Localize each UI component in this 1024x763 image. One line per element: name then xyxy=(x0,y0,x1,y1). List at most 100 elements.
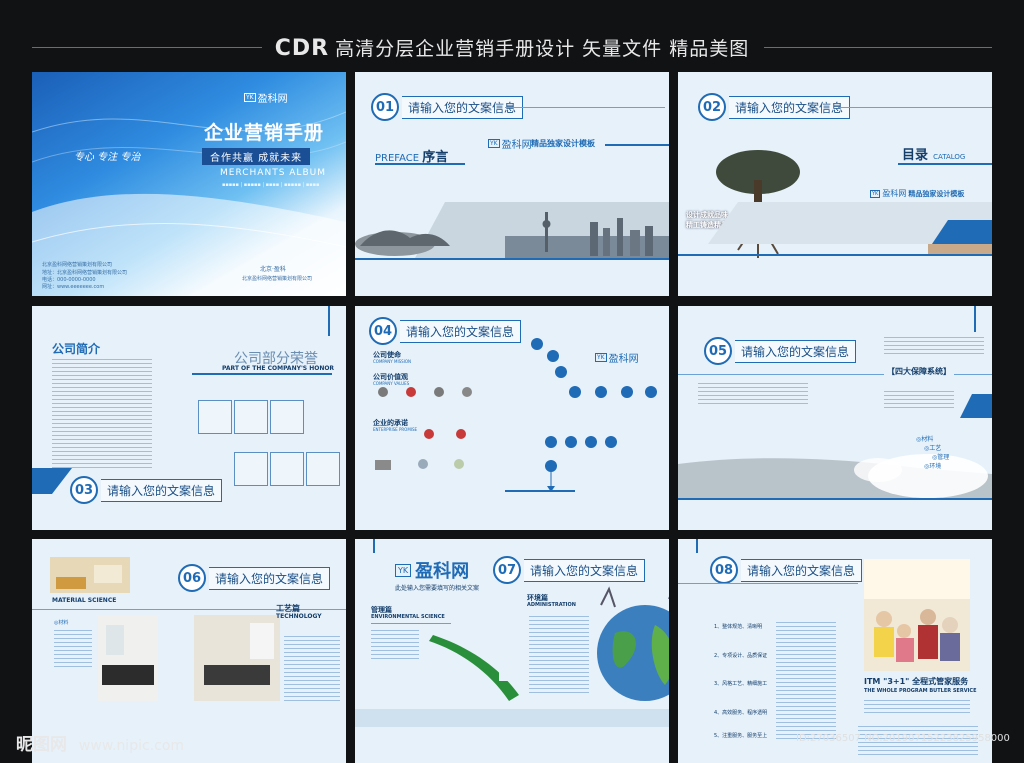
tech-en: TECHNOLOGY xyxy=(276,613,322,620)
vline xyxy=(373,539,375,553)
blue-triangle-accent xyxy=(32,468,72,494)
section-header-01[interactable]: 01 请输入您的文案信息 xyxy=(371,93,524,121)
section-number: 01 xyxy=(371,93,399,121)
service-panel[interactable]: 08 请输入您的文案信息 1、整体规范、清晰明 2、专项设计、品质保证 3、风格… xyxy=(678,539,992,763)
guarantee-item-2: ◎工艺 xyxy=(924,445,942,452)
honor-frame-6 xyxy=(306,452,340,486)
section-header-03[interactable]: 03 请输入您的文案信息 xyxy=(70,476,223,504)
watermark-url: www.nipic.com xyxy=(78,738,185,754)
process-flow xyxy=(505,338,657,492)
guarantee-item-label: 材料 xyxy=(921,436,934,443)
preface-rule xyxy=(375,163,465,165)
mission-en: COMPANY MISSION xyxy=(373,359,412,364)
cover-right-info: 北京盈科网络营销策划有限公司 xyxy=(242,276,313,282)
preface-panel[interactable]: 01 请输入您的文案信息 PREFACE 序言 YK 盈科网 精品独家设计模板 xyxy=(355,72,669,296)
watermark-id: ID:27036507 NO:20190715223825958000 xyxy=(796,733,1010,744)
section-header-05[interactable]: 05 请输入您的文案信息 xyxy=(704,337,857,365)
p2-logo-text: 盈科网 xyxy=(501,140,532,151)
interior-photo-3 xyxy=(194,615,280,701)
interior-photo-2 xyxy=(98,615,158,701)
section-label: 请输入您的文案信息 xyxy=(524,558,646,582)
intro-text xyxy=(52,358,152,468)
honor-en: PART OF THE COMPANY'S HONOR xyxy=(222,365,335,372)
honor-vline xyxy=(328,306,330,336)
catalog-panel[interactable]: 02 请输入您的文案信息 目录 CATALOG 设计成就品味 精工铸造精品 YK… xyxy=(678,72,992,296)
service-item-4: 4、高效服务、程序透明 xyxy=(714,710,768,716)
honor-frame-1 xyxy=(198,400,232,434)
honor-rule xyxy=(192,373,332,375)
material-cn: ◎材料 xyxy=(54,620,69,626)
p3-template: 精品独家设计模板 xyxy=(908,189,965,198)
section-header-07[interactable]: 07 请输入您的文案信息 xyxy=(493,556,646,584)
cover-title: 企业营销手册 xyxy=(204,122,325,144)
header-title: 高清分层企业营销手册设计 矢量文件 精品美图 xyxy=(335,38,750,60)
guarantee-item-label: 管理 xyxy=(937,454,950,461)
header-line xyxy=(838,107,992,108)
section-header-04[interactable]: 04 请输入您的文案信息 xyxy=(369,317,522,345)
p2-template: 精品独家设计模板 xyxy=(531,139,595,148)
p2-logo: YK 盈科网 xyxy=(488,136,532,151)
p8-logo-text: 盈科网 xyxy=(415,561,470,582)
guarantee-panel[interactable]: 05 请输入您的文案信息 【四大保障系统】 ◎材料 ◎工艺 ◎管理 ◎环境 xyxy=(678,306,992,530)
cover-tagline: 专心 专注 专治 xyxy=(74,152,141,163)
service-text xyxy=(776,619,836,739)
section-label: 请输入您的文案信息 xyxy=(209,566,331,590)
guarantee-item-3: ◎管理 xyxy=(932,454,950,461)
p8-logo-badge: YK xyxy=(395,563,412,577)
company-intro-panel[interactable]: 公司简介 公司部分荣誉 PART OF THE COMPANY'S HONOR … xyxy=(32,306,346,530)
management-panel[interactable]: YK 盈科网 此处输入您需要填写的相关文案 07 请输入您的文案信息 环境篇 A… xyxy=(355,539,669,763)
section-label: 请输入您的文案信息 xyxy=(735,339,857,363)
cover-left-info: 北京盈科网络营销策划有限公司 xyxy=(42,262,113,268)
tech-text xyxy=(284,635,340,701)
interior-photo-1 xyxy=(50,557,130,593)
catalog-en: CATALOG xyxy=(933,153,966,161)
p3-logo-badge: YK xyxy=(870,189,881,198)
mission-panel[interactable]: 04 请输入您的文案信息 公司使命 COMPANY MISSION 公司价值观 … xyxy=(355,306,669,530)
p3-logo-text: 盈科网 xyxy=(882,189,907,198)
family-photo xyxy=(864,559,970,671)
catalog-rule xyxy=(898,163,992,165)
section-label: 请输入您的文案信息 xyxy=(400,319,522,343)
p8-sub: 此处输入您需要填写的相关文案 xyxy=(395,585,480,592)
header-cdr: CDR xyxy=(274,36,330,61)
section-header-08[interactable]: 08 请输入您的文案信息 xyxy=(710,556,863,584)
section-label: 请输入您的文案信息 xyxy=(729,95,851,119)
honor-frame-3 xyxy=(270,400,304,434)
cover-contact-web: 网址：www.eeeeeee.com xyxy=(42,284,105,290)
section-label: 请输入您的文案信息 xyxy=(741,558,863,582)
mgmt-text xyxy=(371,629,419,659)
cover-city: 北京·盈科 xyxy=(260,266,286,273)
section-header-02[interactable]: 02 请输入您的文案信息 xyxy=(698,93,851,121)
section-number: 07 xyxy=(493,556,521,584)
honor-frame-4 xyxy=(234,452,268,486)
service-desc xyxy=(864,697,970,713)
section-number: 06 xyxy=(178,564,206,592)
header-line xyxy=(505,107,665,108)
p6-text-left xyxy=(698,382,808,404)
watermark-site: 昵图网 www.nipic.com xyxy=(16,730,184,755)
cover-slogan: 合作共赢 成就未来 xyxy=(202,148,311,165)
vline xyxy=(696,539,698,553)
leaf-image xyxy=(429,635,519,701)
service-item-1: 1、整体规范、清晰明 xyxy=(714,624,763,630)
section-number: 05 xyxy=(704,337,732,365)
catalog-cn: 目录 xyxy=(902,148,929,163)
section-header-06[interactable]: 06 请输入您的文案信息 xyxy=(178,564,331,592)
honor-frame-2 xyxy=(234,400,268,434)
guarantee-item-4: ◎环境 xyxy=(924,463,942,470)
section-number: 03 xyxy=(70,476,98,504)
blue-triangle-accent xyxy=(960,394,992,418)
cover-contact-addr: 地址：北京盈科网络营销策划有限公司 xyxy=(42,270,128,276)
header-line xyxy=(678,583,858,584)
material-cn-label: 材料 xyxy=(58,620,69,626)
catalog-title: 目录 CATALOG xyxy=(902,144,965,163)
service-title: ITM "3+1" 全程式管家服务 xyxy=(864,677,969,686)
watermark-site-name: 昵图网 xyxy=(16,735,67,755)
cover-desc: ▪▪▪▪▪ | ▪▪▪▪▪ | ▪▪▪▪ | ▪▪▪▪▪ | ▪▪▪▪ xyxy=(222,182,320,188)
honor-frame-5 xyxy=(270,452,304,486)
p2-rule-right xyxy=(605,144,669,146)
service-item-5: 5、注重服务、服务至上 xyxy=(714,733,768,739)
service-item-3: 3、风格工艺、精细施工 xyxy=(714,681,768,687)
globe-image xyxy=(597,586,669,701)
cover-panel[interactable]: YK 盈科网 专心 专注 专治 企业营销手册 合作共赢 成就未来 MERCHAN… xyxy=(32,72,346,296)
